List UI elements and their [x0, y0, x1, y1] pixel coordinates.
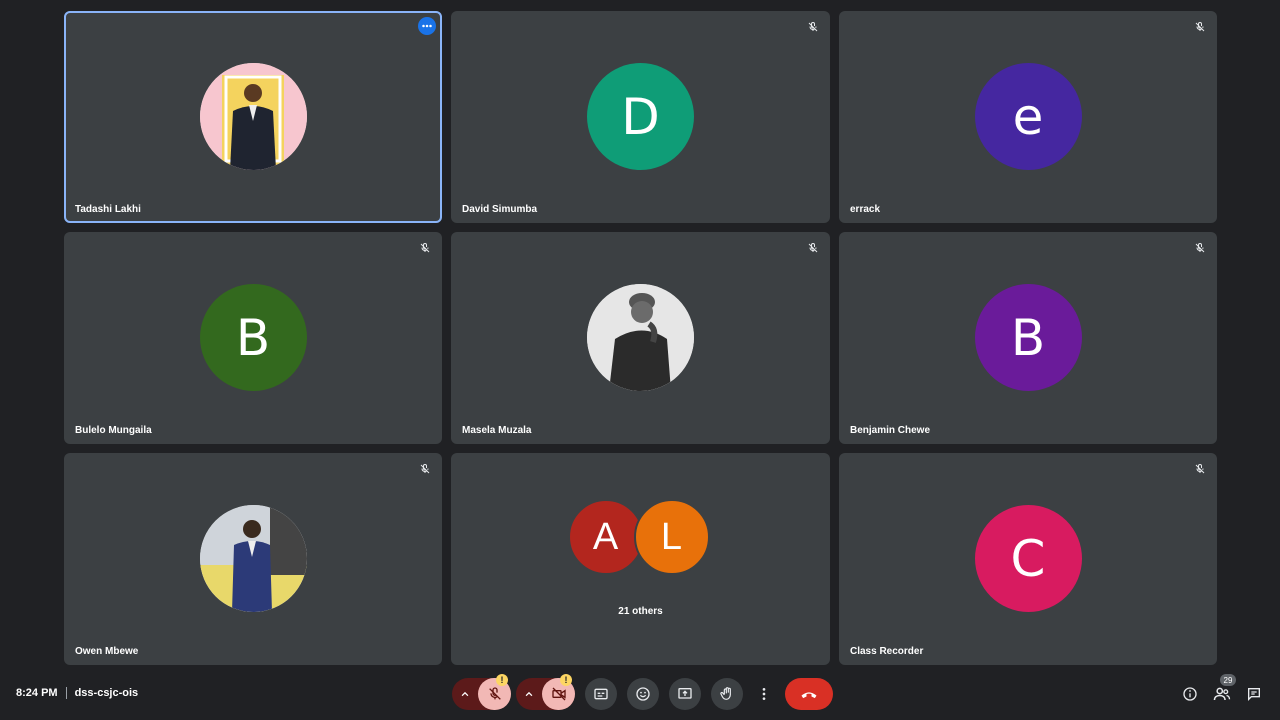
- participant-avatar: L: [633, 499, 710, 575]
- mic-off-icon: [420, 464, 430, 474]
- participant-avatar: A: [567, 499, 644, 575]
- more-options-button[interactable]: [753, 678, 775, 710]
- participant-name: Class Recorder: [850, 646, 924, 657]
- mic-off-icon: [488, 686, 501, 700]
- chevron-up-icon: [525, 691, 533, 696]
- clock: 8:24 PM: [16, 687, 58, 699]
- more-options-button[interactable]: [418, 17, 436, 35]
- captions-button[interactable]: [585, 677, 617, 710]
- info-icon: [1183, 687, 1197, 701]
- participant-name: Tadashi Lakhi: [75, 204, 141, 215]
- call-controls: ! !: [452, 673, 833, 710]
- participant-name: Owen Mbewe: [75, 646, 139, 657]
- reactions-button[interactable]: [627, 677, 659, 710]
- participant-tile[interactable]: Owen Mbewe: [64, 453, 442, 665]
- camera-options-button[interactable]: [516, 678, 542, 710]
- participant-photo: [199, 505, 307, 612]
- mic-off-icon: [1195, 243, 1205, 253]
- camera-control: !: [516, 673, 575, 710]
- participant-tile[interactable]: Tadashi Lakhi: [64, 11, 442, 223]
- captions-icon: [594, 688, 608, 699]
- participant-photo: [199, 63, 307, 170]
- participant-avatar: B: [974, 284, 1082, 391]
- others-count-label: 21 others: [618, 606, 663, 617]
- mic-off-icon: [1195, 22, 1205, 32]
- participant-name: errack: [850, 204, 881, 215]
- raise-hand-icon: [720, 686, 731, 700]
- participant-name: Masela Muzala: [462, 425, 532, 436]
- mic-control: !: [452, 673, 511, 710]
- present-button[interactable]: [669, 677, 701, 710]
- people-icon: [1213, 687, 1231, 701]
- mic-off-icon: [808, 243, 818, 253]
- participant-grid: Tadashi Lakhi D David Simumba e errack B…: [64, 11, 1217, 666]
- participant-tile[interactable]: D David Simumba: [451, 11, 830, 223]
- more-options-icon: [762, 687, 766, 700]
- divider: [65, 687, 67, 699]
- participant-avatar: e: [974, 63, 1082, 170]
- participant-photo: [587, 284, 694, 391]
- participant-tile[interactable]: B Bulelo Mungaila: [64, 232, 442, 444]
- mic-off-icon: [808, 22, 818, 32]
- group-avatars: A L: [567, 499, 714, 577]
- others-tile[interactable]: A L 21 others: [451, 453, 830, 665]
- chat-button[interactable]: [1244, 684, 1264, 704]
- participant-tile[interactable]: Masela Muzala: [451, 232, 830, 444]
- participant-name: Benjamin Chewe: [850, 425, 931, 436]
- participant-tile[interactable]: C Class Recorder: [839, 453, 1217, 665]
- chat-icon: [1248, 688, 1260, 701]
- participant-tile[interactable]: e errack: [839, 11, 1217, 223]
- participant-avatar: C: [974, 505, 1082, 612]
- mic-off-icon: [1195, 464, 1205, 474]
- people-button[interactable]: 29: [1212, 674, 1236, 704]
- participant-avatar: D: [587, 63, 694, 170]
- end-call-icon: [801, 691, 817, 698]
- participant-count-badge: 29: [1220, 674, 1236, 686]
- side-panel-toggles: 29: [1168, 674, 1264, 704]
- meeting-code: dss-csjc-ois: [74, 687, 139, 699]
- mic-options-button[interactable]: [452, 678, 478, 710]
- present-icon: [678, 687, 692, 699]
- end-call-button[interactable]: [785, 677, 833, 710]
- chevron-up-icon: [461, 691, 469, 696]
- meeting-details-button[interactable]: [1180, 684, 1200, 704]
- meeting-info: 8:24 PM dss-csjc-ois: [16, 686, 138, 700]
- emoji-icon: [636, 686, 650, 701]
- participant-name: Bulelo Mungaila: [75, 425, 152, 436]
- camera-warning-badge: !: [560, 673, 572, 686]
- participant-tile[interactable]: B Benjamin Chewe: [839, 232, 1217, 444]
- participant-name: David Simumba: [462, 204, 538, 215]
- raise-hand-button[interactable]: [711, 677, 743, 710]
- participant-avatar: B: [199, 284, 307, 391]
- more-horizontal-icon: [422, 24, 432, 28]
- mic-warning-badge: !: [496, 673, 508, 686]
- mic-off-icon: [420, 243, 430, 253]
- camera-off-icon: [551, 687, 566, 700]
